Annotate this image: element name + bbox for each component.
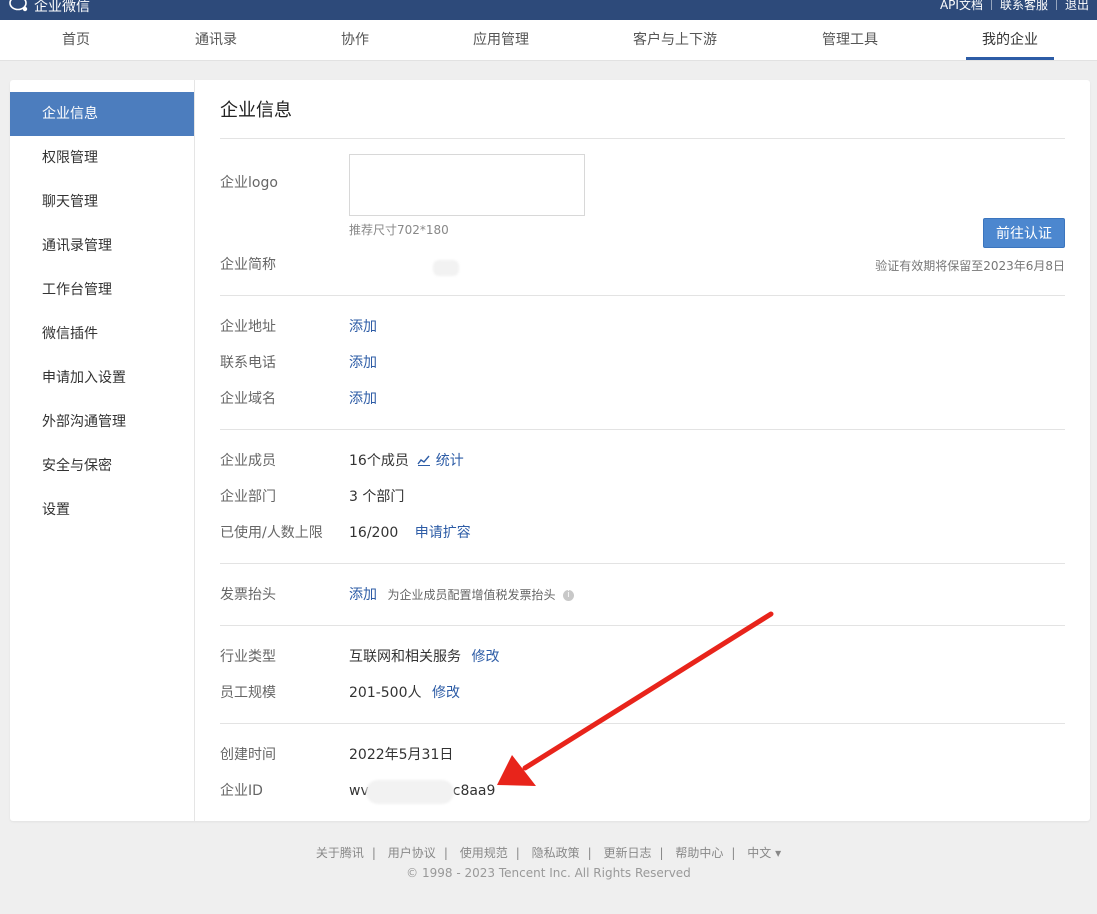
divider: | (443, 846, 448, 860)
footer-changelog-link[interactable]: 更新日志 (603, 846, 651, 860)
copyright: © 1998 - 2023 Tencent Inc. All Rights Re… (406, 866, 691, 880)
footer-about-link[interactable]: 关于腾讯 (316, 846, 364, 860)
footer-links: 关于腾讯 | 用户协议 | 使用规范 | 隐私政策 | 更新日志 | 帮助中心 | 中文 ▾ (0, 844, 1097, 861)
divider: | (515, 846, 520, 860)
footer-usage-rules-link[interactable]: 使用规范 (460, 846, 508, 860)
divider: | (587, 846, 592, 860)
footer-help-link[interactable]: 帮助中心 (675, 846, 723, 860)
divider: | (731, 846, 736, 860)
footer-privacy-link[interactable]: 隐私政策 (532, 846, 580, 860)
annotation-arrow-icon (497, 611, 774, 786)
divider: | (659, 846, 664, 860)
divider: | (371, 846, 376, 860)
footer-user-agreement-link[interactable]: 用户协议 (388, 846, 436, 860)
language-select[interactable]: 中文 ▾ (747, 846, 781, 860)
